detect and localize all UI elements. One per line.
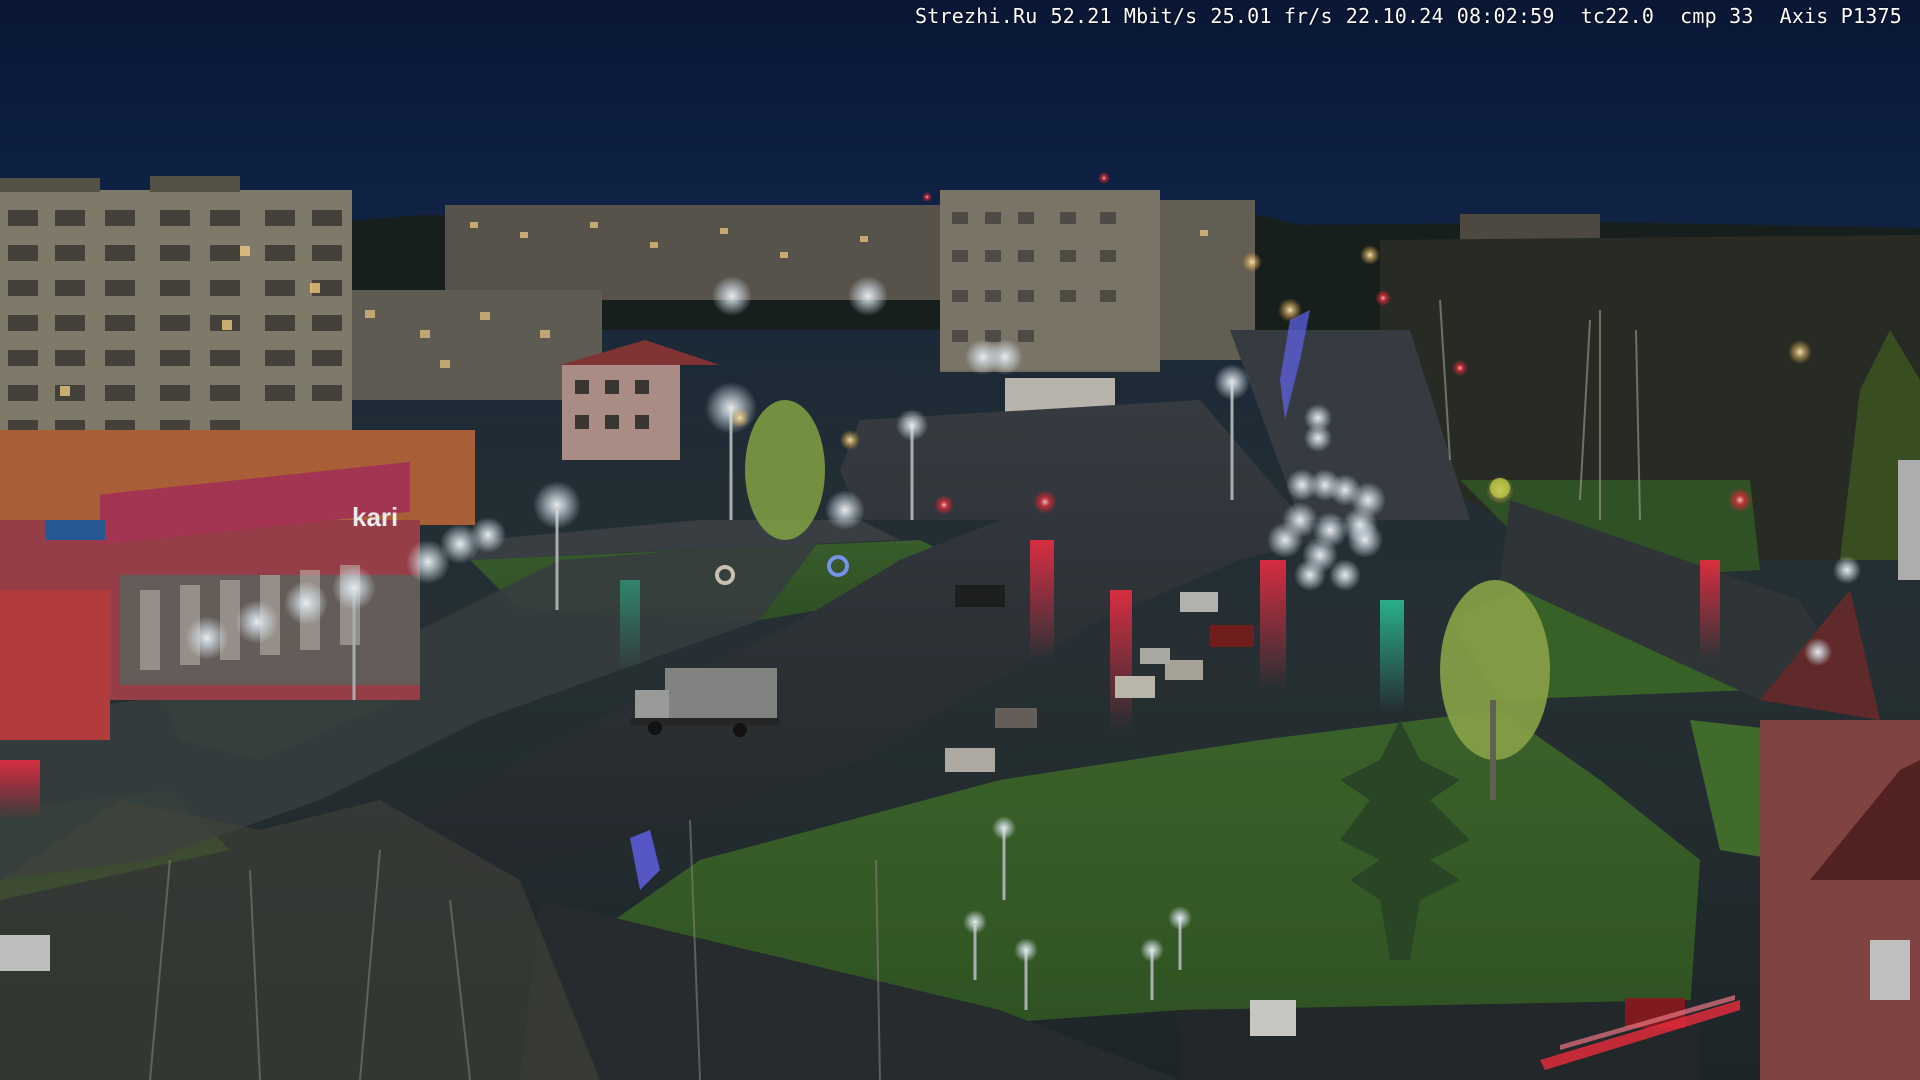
overlay-framerate: 25.01 fr/s [1210,4,1333,28]
camera-info-overlay: Strezhi.Ru 52.21 Mbit/s 25.01 fr/s 22.10.24… [915,3,1902,29]
overlay-cmp: cmp 33 [1680,4,1754,28]
overlay-camera-model: Axis P1375 [1779,4,1902,28]
overlay-time: 08:02:59 [1456,4,1555,28]
camera-frame: kari Strezhi.Ru 52.21 Mbit/s 25.01 fr/s … [0,0,1920,1080]
overlay-site: Strezhi.Ru [915,4,1038,28]
night-street-scene: kari [0,0,1920,1080]
overlay-tc: tc22.0 [1580,4,1655,28]
overlay-bitrate: 52.21 Mbit/s [1050,4,1198,28]
overlay-date: 22.10.24 [1345,4,1444,28]
